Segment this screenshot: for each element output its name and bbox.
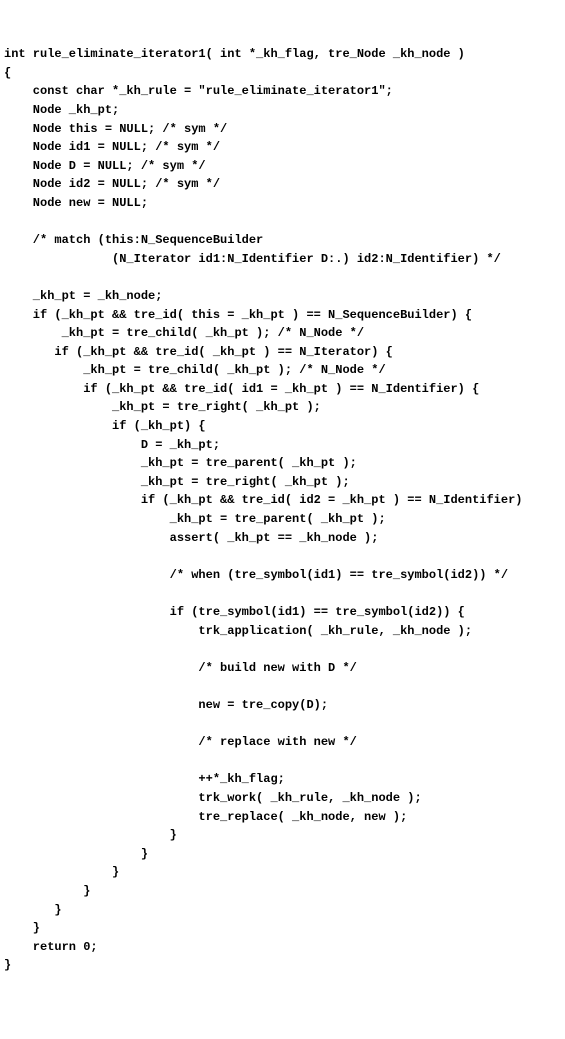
code-line: _kh_pt = _kh_node; (4, 287, 565, 306)
code-line: D = _kh_pt; (4, 436, 565, 455)
code-line: trk_work( _kh_rule, _kh_node ); (4, 789, 565, 808)
code-line: /* when (tre_symbol(id1) == tre_symbol(i… (4, 566, 565, 585)
code-line (4, 213, 565, 232)
code-line (4, 752, 565, 771)
code-line: _kh_pt = tre_right( _kh_pt ); (4, 398, 565, 417)
code-line: Node new = NULL; (4, 194, 565, 213)
code-line: { (4, 64, 565, 83)
code-line: ++*_kh_flag; (4, 770, 565, 789)
code-line: if (_kh_pt) { (4, 417, 565, 436)
code-line: _kh_pt = tre_parent( _kh_pt ); (4, 454, 565, 473)
code-line (4, 715, 565, 734)
code-line: if (_kh_pt && tre_id( id1 = _kh_pt ) == … (4, 380, 565, 399)
code-line: _kh_pt = tre_child( _kh_pt ); /* N_Node … (4, 324, 565, 343)
code-line: } (4, 919, 565, 938)
code-line: new = tre_copy(D); (4, 696, 565, 715)
code-line: /* build new with D */ (4, 659, 565, 678)
code-line: if (tre_symbol(id1) == tre_symbol(id2)) … (4, 603, 565, 622)
code-line: _kh_pt = tre_child( _kh_pt ); /* N_Node … (4, 361, 565, 380)
code-line: if (_kh_pt && tre_id( this = _kh_pt ) ==… (4, 306, 565, 325)
code-line (4, 584, 565, 603)
code-line: Node this = NULL; /* sym */ (4, 120, 565, 139)
code-line: Node id1 = NULL; /* sym */ (4, 138, 565, 157)
code-line (4, 547, 565, 566)
code-line: _kh_pt = tre_right( _kh_pt ); (4, 473, 565, 492)
code-line: } (4, 826, 565, 845)
code-line: _kh_pt = tre_parent( _kh_pt ); (4, 510, 565, 529)
code-line: /* replace with new */ (4, 733, 565, 752)
code-line: } (4, 863, 565, 882)
code-line: Node id2 = NULL; /* sym */ (4, 175, 565, 194)
code-line: const char *_kh_rule = "rule_eliminate_i… (4, 82, 565, 101)
code-line: } (4, 882, 565, 901)
code-line: /* match (this:N_SequenceBuilder (4, 231, 565, 250)
code-line: } (4, 845, 565, 864)
code-line: Node D = NULL; /* sym */ (4, 157, 565, 176)
code-line (4, 640, 565, 659)
code-line: if (_kh_pt && tre_id( id2 = _kh_pt ) == … (4, 491, 565, 510)
code-line: Node _kh_pt; (4, 101, 565, 120)
code-line: trk_application( _kh_rule, _kh_node ); (4, 622, 565, 641)
code-line: tre_replace( _kh_node, new ); (4, 808, 565, 827)
code-line: } (4, 956, 565, 975)
code-line (4, 677, 565, 696)
code-listing: int rule_eliminate_iterator1( int *_kh_f… (4, 45, 565, 975)
code-line (4, 268, 565, 287)
code-line: assert( _kh_pt == _kh_node ); (4, 529, 565, 548)
code-line: (N_Iterator id1:N_Identifier D:.) id2:N_… (4, 250, 565, 269)
code-line: if (_kh_pt && tre_id( _kh_pt ) == N_Iter… (4, 343, 565, 362)
code-line: } (4, 901, 565, 920)
code-line: int rule_eliminate_iterator1( int *_kh_f… (4, 45, 565, 64)
